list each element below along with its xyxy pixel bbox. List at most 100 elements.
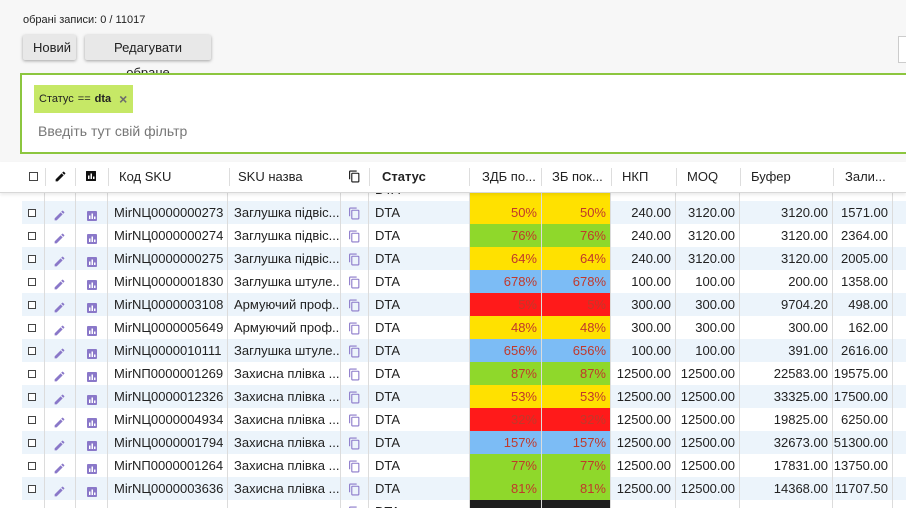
edit-pencil-icon[interactable] — [53, 482, 66, 500]
copy-icon[interactable] — [348, 366, 361, 385]
cell-zdb — [470, 192, 542, 201]
row-checkbox[interactable] — [28, 278, 36, 286]
copy-icon[interactable] — [348, 504, 361, 508]
bar-chart-icon[interactable] — [86, 390, 98, 408]
side-control[interactable] — [898, 36, 906, 63]
bar-chart-icon[interactable] — [86, 482, 98, 500]
column-header-status[interactable]: Статус — [382, 162, 462, 192]
table-row[interactable]: MirNЦ0000010111 Заглушка штуле... DTA 656% 6… — [22, 339, 906, 362]
edit-selected-button[interactable]: Редагувати обране — [85, 35, 211, 80]
row-checkbox[interactable] — [28, 485, 36, 493]
edit-pencil-icon[interactable] — [53, 344, 66, 362]
row-edit-cell — [45, 192, 76, 201]
bar-chart-icon[interactable] — [86, 206, 98, 224]
bar-chart-icon[interactable] — [86, 344, 98, 362]
cell-zal: 1571.00 — [833, 201, 893, 224]
edit-pencil-icon[interactable] — [53, 459, 66, 477]
copy-icon[interactable] — [348, 297, 361, 316]
edit-pencil-icon[interactable] — [53, 275, 66, 293]
column-header-nkp[interactable]: НКП — [622, 162, 672, 192]
cell-zal: 19575.00 — [833, 362, 893, 385]
column-header-zb[interactable]: ЗБ пок... — [552, 162, 610, 192]
bar-chart-icon[interactable] — [86, 436, 98, 454]
copy-icon[interactable] — [348, 435, 361, 454]
cell-sku-name: Захисна плівка ... — [228, 477, 341, 500]
row-select-cell — [22, 201, 45, 224]
new-record-button[interactable]: Новий — [23, 35, 76, 60]
table-row[interactable]: DTA — [22, 500, 906, 508]
table-row[interactable]: MirNЦ0000001794 Захисна плівка ... DTA 157%… — [22, 431, 906, 454]
filter-chip[interactable]: Статус == dta × — [34, 85, 134, 113]
edit-pencil-icon[interactable] — [53, 436, 66, 454]
table-row[interactable]: MirNП0000001269 Захисна плівка ... DTA 87% 8… — [22, 362, 906, 385]
copy-icon[interactable] — [348, 169, 361, 184]
row-checkbox[interactable] — [28, 370, 36, 378]
table-row[interactable]: MirNЦ0000003108 Армуючий проф... DTA 5% 5% 30… — [22, 293, 906, 316]
copy-icon[interactable] — [348, 343, 361, 362]
cell-sku-name: Заглушка штуле... — [228, 339, 341, 362]
column-header-moq[interactable]: MOQ — [687, 162, 737, 192]
row-checkbox[interactable] — [28, 462, 36, 470]
table-row[interactable]: MirNЦ0000012326 Захисна плівка ... DTA 53% 5… — [22, 385, 906, 408]
bar-chart-icon[interactable] — [86, 298, 98, 316]
row-edit-cell — [45, 316, 76, 339]
close-icon[interactable]: × — [119, 85, 127, 113]
filter-input[interactable] — [38, 123, 738, 139]
edit-pencil-icon[interactable] — [54, 170, 67, 183]
edit-pencil-icon[interactable] — [53, 390, 66, 408]
row-checkbox[interactable] — [28, 324, 36, 332]
table-row[interactable]: MirNЦ0000001830 Заглушка штуле... DTA 678% 6… — [22, 270, 906, 293]
table-row[interactable]: MirNП0000001264 Захисна плівка ... DTA 77% 7… — [22, 454, 906, 477]
edit-pencil-icon[interactable] — [53, 229, 66, 247]
select-all-checkbox[interactable] — [29, 172, 38, 181]
bar-chart-icon[interactable] — [86, 321, 98, 339]
column-header-sku-name[interactable]: SKU назва — [238, 162, 338, 192]
table-row[interactable]: MirNЦ0000003636 Захисна плівка ... DTA 81% 8… — [22, 477, 906, 500]
bar-chart-icon[interactable] — [86, 459, 98, 477]
column-header-zdb[interactable]: ЗДБ по... — [482, 162, 542, 192]
bar-chart-icon[interactable] — [86, 413, 98, 431]
cell-zb: 48% — [542, 316, 611, 339]
table-row[interactable]: MirNЦ0000000275 Заглушка підвіс... DTA 64% 6… — [22, 247, 906, 270]
row-checkbox[interactable] — [28, 255, 36, 263]
row-checkbox[interactable] — [28, 232, 36, 240]
copy-icon[interactable] — [348, 228, 361, 247]
row-checkbox[interactable] — [28, 209, 36, 217]
column-header-buffer[interactable]: Буфер — [751, 162, 821, 192]
copy-icon[interactable] — [348, 205, 361, 224]
edit-pencil-icon[interactable] — [53, 298, 66, 316]
edit-pencil-icon[interactable] — [53, 367, 66, 385]
table-row[interactable]: MirNЦ0000004934 Захисна плівка ... DTA 32% 3… — [22, 408, 906, 431]
cell-zdb: 87% — [470, 362, 542, 385]
edit-pencil-icon[interactable] — [53, 321, 66, 339]
edit-pencil-icon[interactable] — [53, 252, 66, 270]
table-row[interactable]: MirNЦ0000005649 Армуючий проф... DTA 48% 48%… — [22, 316, 906, 339]
copy-icon[interactable] — [348, 274, 361, 293]
cell-moq: 12500.00 — [676, 385, 740, 408]
copy-icon[interactable] — [348, 412, 361, 431]
cell-sku-code: MirNЦ0000004934 — [108, 408, 228, 431]
edit-pencil-icon[interactable] — [53, 206, 66, 224]
copy-icon[interactable] — [348, 320, 361, 339]
bar-chart-icon[interactable] — [85, 170, 97, 182]
bar-chart-icon[interactable] — [86, 275, 98, 293]
bar-chart-icon[interactable] — [86, 367, 98, 385]
row-checkbox[interactable] — [28, 347, 36, 355]
copy-icon[interactable] — [348, 458, 361, 477]
edit-pencil-icon[interactable] — [53, 413, 66, 431]
column-header-sku-code[interactable]: Код SKU — [119, 162, 219, 192]
row-checkbox[interactable] — [28, 439, 36, 447]
bar-chart-icon[interactable] — [86, 252, 98, 270]
table-row[interactable]: DTA — [22, 192, 906, 201]
row-checkbox[interactable] — [28, 416, 36, 424]
copy-icon[interactable] — [348, 389, 361, 408]
row-checkbox[interactable] — [28, 393, 36, 401]
column-header-zal[interactable]: Зали... — [845, 162, 900, 192]
row-checkbox[interactable] — [28, 301, 36, 309]
table-row[interactable]: MirNЦ0000000273 Заглушка підвіс... DTA 50% 5… — [22, 201, 906, 224]
copy-icon[interactable] — [348, 251, 361, 270]
copy-icon[interactable] — [348, 481, 361, 500]
cell-nkp: 12500.00 — [611, 385, 676, 408]
bar-chart-icon[interactable] — [86, 229, 98, 247]
table-row[interactable]: MirNЦ0000000274 Заглушка підвіс... DTA 76% 7… — [22, 224, 906, 247]
